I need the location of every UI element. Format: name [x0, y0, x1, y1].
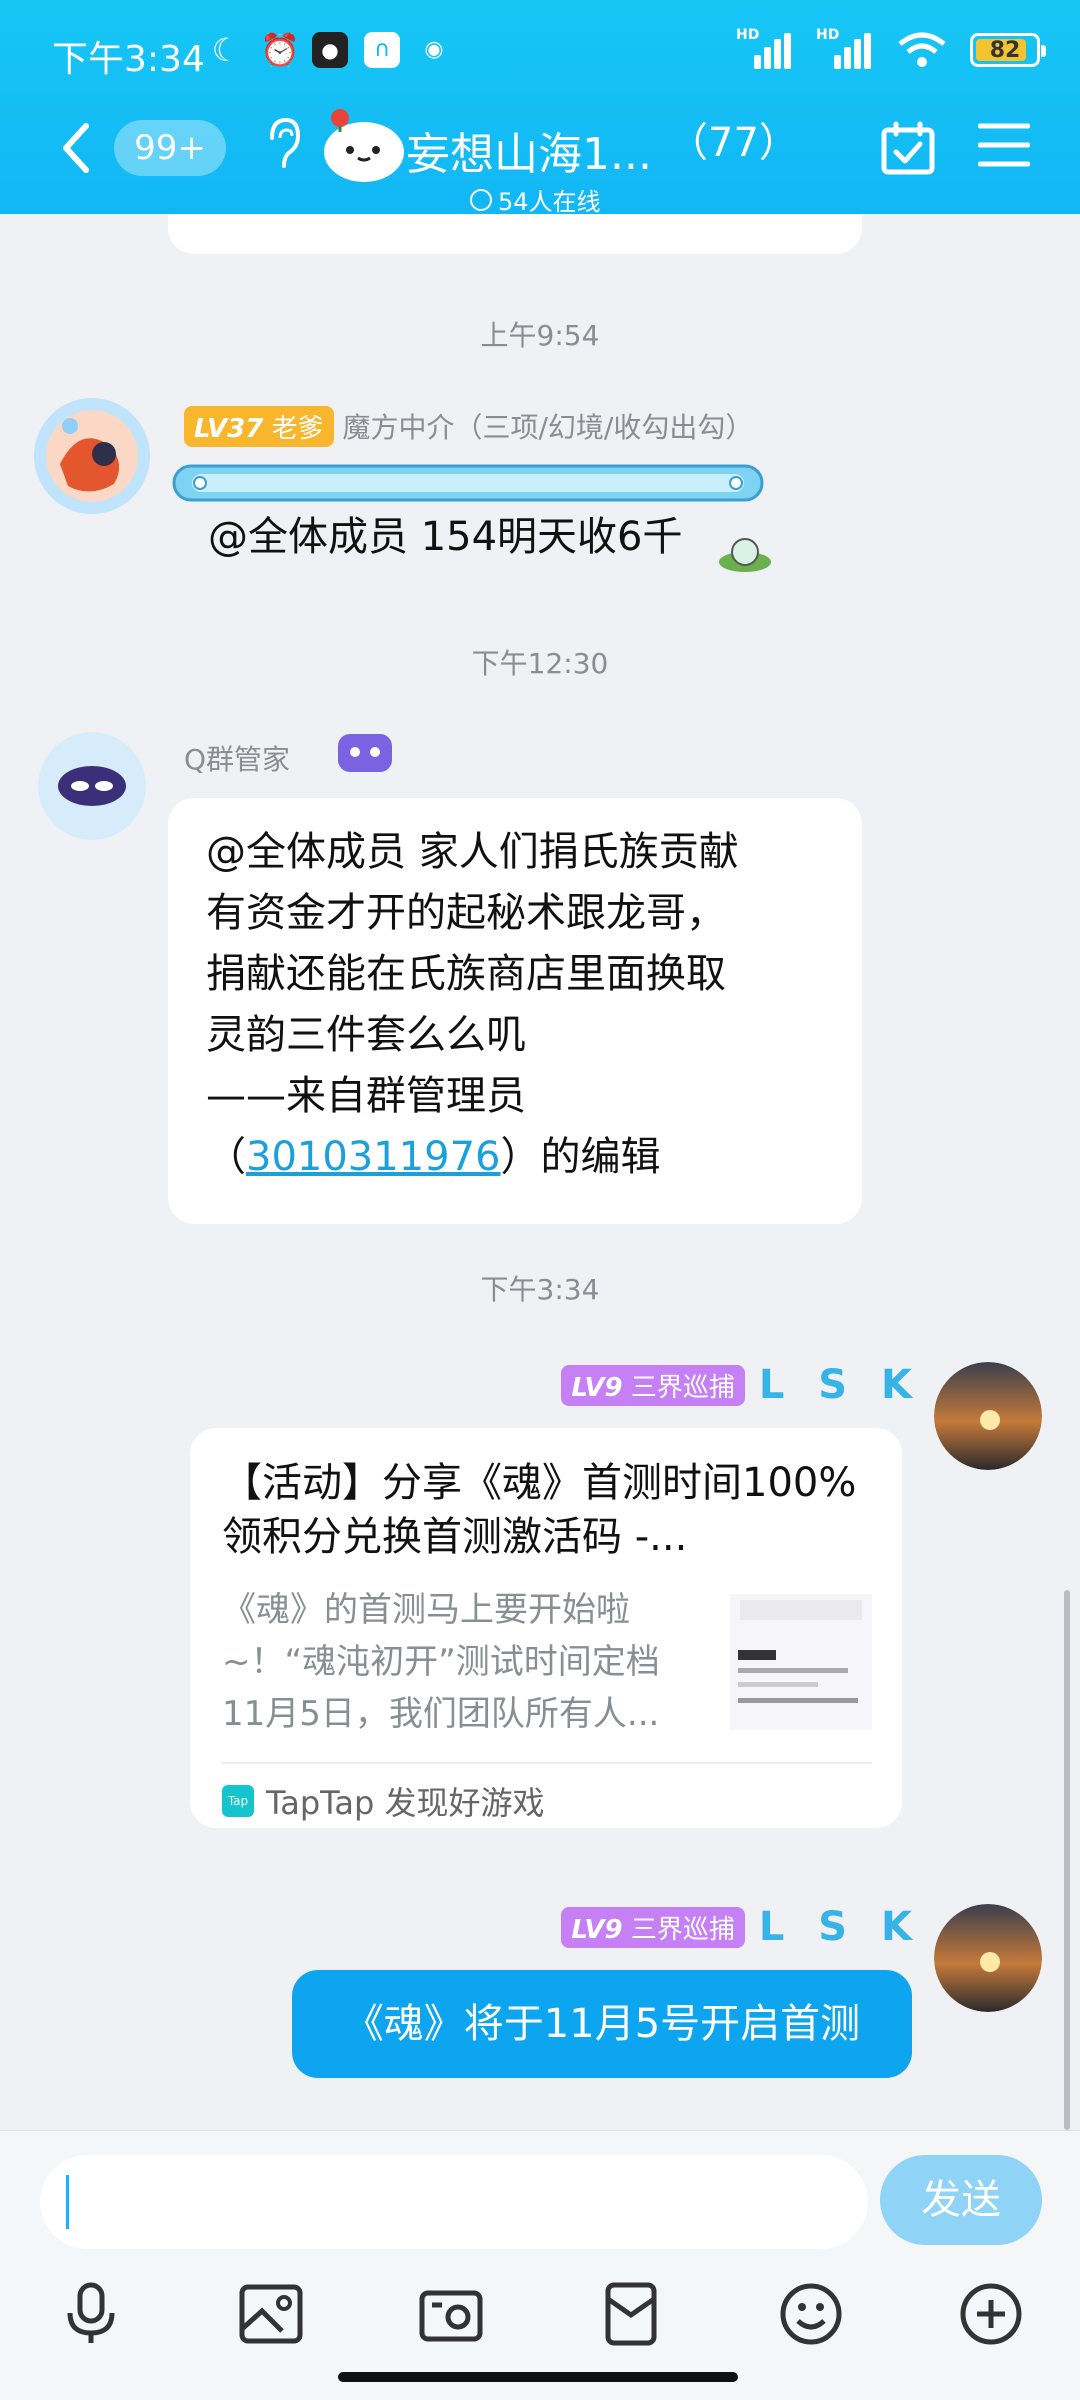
ufo-sticker-icon — [719, 538, 771, 572]
card-divider — [222, 1762, 872, 1764]
app-notification-icon: ● — [312, 32, 348, 68]
timestamp: 上午9:54 — [480, 319, 600, 352]
link-suffix: ）的编辑 — [500, 1134, 661, 1180]
online-count: 54人在线 — [498, 188, 601, 216]
outgoing-message-bubble[interactable]: 《魂》将于11月5号开启首测 — [292, 1970, 912, 2078]
chat-nav: 99+ 妄想山海1... （77） 54人在线 — [0, 100, 1080, 217]
timestamp: 下午12:30 — [471, 647, 609, 680]
message-text: 《魂》将于11月5号开启首测 — [343, 2001, 861, 2047]
level-title: 老爹 — [271, 414, 324, 444]
sender-row: LV9 三界巡捕 L S K — [561, 1362, 922, 1408]
sender-nickname[interactable]: Q群管家 — [184, 738, 290, 778]
level-badge: LV9 三界巡捕 — [561, 1364, 745, 1406]
qq-notification-icon: ∩ — [364, 32, 400, 68]
menu-icon[interactable] — [978, 122, 1030, 168]
status-bar: 下午3:34 ☾ ⏰ ● ∩ ◉ HD HD 82 — [0, 0, 1080, 100]
prev-message-bubble[interactable] — [168, 214, 862, 254]
avatar[interactable] — [934, 1362, 1042, 1470]
level-title: 三界巡捕 — [630, 1914, 735, 1945]
camera-icon[interactable] — [416, 2279, 486, 2349]
home-indicator[interactable] — [338, 2372, 738, 2382]
unread-badge[interactable]: 99+ — [114, 120, 226, 176]
wifi-icon — [898, 32, 946, 67]
avatar[interactable] — [30, 394, 154, 518]
qq-number-link[interactable]: 3010311976 — [246, 1134, 501, 1180]
card-description: 《魂》的首测马上要开始啦~！“魂沌初开”测试时间定档11月5日，我们团队所有人.… — [222, 1590, 660, 1734]
status-icons: ☾ ⏰ ● ∩ ◉ — [208, 32, 452, 68]
chat-area: 上午9:54 LV37 老爹 魔方中介（三项/幻境/收勾出勾） @全体成员 15… — [0, 214, 1080, 2130]
status-right: HD HD 82 — [736, 27, 1046, 70]
sender-row: LV9 三界巡捕 L S K — [561, 1904, 922, 1950]
message-line: 有资金才开的起秘术跟龙哥， — [206, 890, 726, 936]
online-check-icon — [470, 188, 492, 211]
back-arrow-icon[interactable] — [52, 118, 102, 178]
taptap-logo-icon: Tap — [222, 1785, 254, 1817]
decorated-bubble-frame — [172, 464, 764, 502]
signal-icon: HD — [736, 27, 794, 69]
plus-icon[interactable] — [956, 2279, 1026, 2349]
message-line: （3010311976）的编辑 — [206, 1127, 824, 1188]
message-line: 灵韵三件套么么叽 — [206, 1012, 526, 1058]
text-caret — [66, 2175, 69, 2229]
input-toolbar — [0, 2279, 1080, 2359]
link-prefix: （ — [206, 1134, 246, 1180]
alarm-icon: ⏰ — [260, 31, 300, 69]
chat-scrollbar[interactable] — [1064, 1590, 1070, 2130]
input-bar: 发送 — [0, 2130, 1080, 2400]
level-badge: LV9 三界巡捕 — [561, 1906, 745, 1948]
sender-nickname[interactable]: L S K — [759, 1362, 922, 1408]
member-count[interactable]: （77） — [668, 110, 799, 168]
message-line: @全体成员 家人们捐氏族贡献 — [206, 829, 739, 875]
microphone-icon[interactable] — [56, 2279, 126, 2349]
status-time: 下午3:34 — [52, 39, 205, 80]
emoji-icon[interactable] — [776, 2279, 846, 2349]
message-line: ——来自群管理员 — [206, 1073, 526, 1119]
card-source-row: Tap TapTap 发现好游戏 — [222, 1778, 545, 1824]
signal-icon-2: HD — [816, 27, 874, 69]
signal-label: HD — [736, 27, 760, 43]
level-badge: LV37 老爹 — [184, 406, 334, 447]
timestamp: 下午3:34 — [480, 1273, 600, 1306]
red-packet-icon[interactable] — [596, 2279, 666, 2349]
ear-mode-icon[interactable] — [262, 114, 302, 174]
level-title: 三界巡捕 — [630, 1372, 735, 1403]
top-header: 下午3:34 ☾ ⏰ ● ∩ ◉ HD HD 82 99+ 妄想山海1... （… — [0, 0, 1080, 217]
message-bubble[interactable]: @全体成员 家人们捐氏族贡献 有资金才开的起秘术跟龙哥， 捐献还能在氏族商店里面… — [168, 798, 862, 1224]
message-text[interactable]: @全体成员 154明天收6千 — [208, 504, 683, 562]
card-thumbnail — [730, 1594, 872, 1730]
dot-notification-icon: ◉ — [424, 37, 444, 62]
battery-level: 82 — [989, 37, 1021, 63]
avatar[interactable] — [934, 1904, 1042, 2012]
level-text: LV9 — [571, 1914, 623, 1945]
message-line: 捐献还能在氏族商店里面换取 — [206, 951, 726, 997]
online-status: 54人在线 — [470, 182, 601, 217]
moon-icon: ☾ — [211, 31, 241, 69]
image-icon[interactable] — [236, 2279, 306, 2349]
battery-icon: 82 — [970, 33, 1046, 67]
signal-label-2: HD — [816, 27, 840, 43]
link-card[interactable]: 【活动】分享《魂》首测时间100%领积分兑换首测激活码 -... 《魂》的首测马… — [190, 1428, 902, 1828]
group-title[interactable]: 妄想山海1... — [406, 118, 652, 182]
sender-row: LV37 老爹 魔方中介（三项/幻境/收勾出勾） — [184, 406, 753, 447]
sender-nickname[interactable]: 魔方中介（三项/幻境/收勾出勾） — [342, 411, 753, 444]
group-avatar[interactable] — [318, 100, 408, 184]
avatar[interactable] — [38, 732, 146, 840]
robot-icon — [338, 734, 392, 772]
message-input[interactable] — [40, 2155, 868, 2249]
level-text: LV37 — [194, 414, 264, 444]
send-button[interactable]: 发送 — [880, 2155, 1042, 2245]
group-tasks-icon[interactable] — [880, 120, 936, 176]
sender-nickname[interactable]: L S K — [759, 1904, 922, 1950]
card-source: TapTap 发现好游戏 — [266, 1784, 545, 1822]
level-text: LV9 — [571, 1372, 623, 1403]
card-title: 【活动】分享《魂》首测时间100%领积分兑换首测激活码 -... — [222, 1460, 857, 1560]
